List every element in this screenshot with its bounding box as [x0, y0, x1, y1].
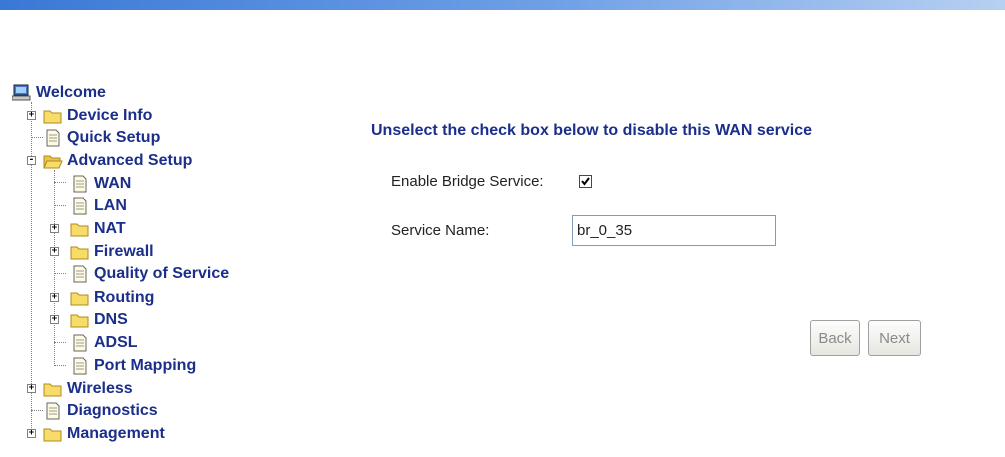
tree-item-dns[interactable]: DNS	[70, 310, 128, 330]
tree-connector	[54, 170, 55, 366]
tree-item-label: Advanced Setup	[67, 152, 193, 169]
checkmark-icon	[581, 177, 590, 186]
tree-item-management[interactable]: Management	[43, 424, 165, 444]
tree-item-label: Device Info	[67, 107, 153, 124]
tree-item-label: Firewall	[94, 243, 154, 260]
folder-icon	[43, 380, 63, 398]
tree-item-label: Management	[67, 425, 165, 442]
tree-item-label: Quality of Service	[94, 265, 230, 282]
computer-icon	[11, 84, 32, 102]
expand-toggle[interactable]: +	[50, 224, 59, 233]
expand-toggle[interactable]: +	[50, 247, 59, 256]
tree-item-device-info[interactable]: Device Info	[43, 106, 152, 126]
tree-item-label: LAN	[94, 197, 127, 214]
tree-item-firewall[interactable]: Firewall	[70, 242, 154, 262]
tree-item-label: Routing	[94, 289, 155, 306]
back-button[interactable]: Back	[810, 320, 860, 356]
service-name-input[interactable]	[572, 215, 776, 246]
tree-item-label: Welcome	[36, 84, 106, 101]
open-folder-icon	[43, 152, 63, 170]
tree-connector	[54, 182, 66, 183]
tree-item-label: Port Mapping	[94, 357, 197, 374]
tree-item-label: ADSL	[94, 334, 138, 351]
folder-icon	[43, 107, 63, 125]
page-icon	[70, 334, 90, 352]
tree-connector	[31, 410, 43, 411]
page-icon	[70, 265, 90, 283]
tree-connector	[31, 137, 43, 138]
page-icon	[70, 175, 90, 193]
tree-item-quality-of-service[interactable]: Quality of Service	[70, 264, 229, 284]
service-name-label: Service Name:	[391, 222, 490, 239]
tree-item-wan[interactable]: WAN	[70, 174, 131, 194]
next-button[interactable]: Next	[868, 320, 921, 356]
page-icon	[70, 357, 90, 375]
tree-item-label: Quick Setup	[67, 129, 161, 146]
page-icon	[43, 402, 63, 420]
expand-toggle[interactable]: +	[50, 293, 59, 302]
tree-item-nat[interactable]: NAT	[70, 219, 126, 239]
tree-item-label: WAN	[94, 175, 132, 192]
expand-toggle[interactable]: +	[27, 111, 36, 120]
expand-toggle[interactable]: +	[27, 429, 36, 438]
folder-icon	[70, 243, 90, 261]
enable-bridge-checkbox[interactable]	[579, 175, 592, 188]
tree-item-wireless[interactable]: Wireless	[43, 379, 133, 399]
folder-icon	[70, 289, 90, 307]
page-icon	[43, 129, 63, 147]
folder-icon	[43, 425, 63, 443]
collapse-toggle[interactable]: -	[27, 156, 36, 165]
tree-item-port-mapping[interactable]: Port Mapping	[70, 356, 196, 376]
expand-toggle[interactable]: +	[27, 384, 36, 393]
tree-connector	[54, 365, 66, 366]
tree-connector	[54, 342, 66, 343]
tree-item-advanced-setup[interactable]: Advanced Setup	[43, 151, 192, 171]
tree-item-diagnostics[interactable]: Diagnostics	[43, 401, 158, 421]
expand-toggle[interactable]: +	[50, 315, 59, 324]
tree-item-label: Wireless	[67, 380, 133, 397]
nav-tree: Welcome + Device Info Quick Setup - Adva…	[0, 0, 300, 457]
tree-item-quick-setup[interactable]: Quick Setup	[43, 128, 160, 148]
tree-item-label: NAT	[94, 220, 126, 237]
bridge-service-label: Enable Bridge Service:	[391, 173, 544, 190]
tree-connector	[54, 273, 66, 274]
tree-item-welcome[interactable]: Welcome	[11, 83, 106, 103]
tree-item-label: DNS	[94, 311, 128, 328]
tree-item-routing[interactable]: Routing	[70, 288, 154, 308]
tree-item-adsl[interactable]: ADSL	[70, 333, 138, 353]
tree-item-lan[interactable]: LAN	[70, 196, 127, 216]
page-heading: Unselect the check box below to disable …	[371, 122, 813, 139]
tree-connector	[54, 205, 66, 206]
folder-icon	[70, 311, 90, 329]
tree-item-label: Diagnostics	[67, 402, 158, 419]
folder-icon	[70, 220, 90, 238]
page-icon	[70, 197, 90, 215]
